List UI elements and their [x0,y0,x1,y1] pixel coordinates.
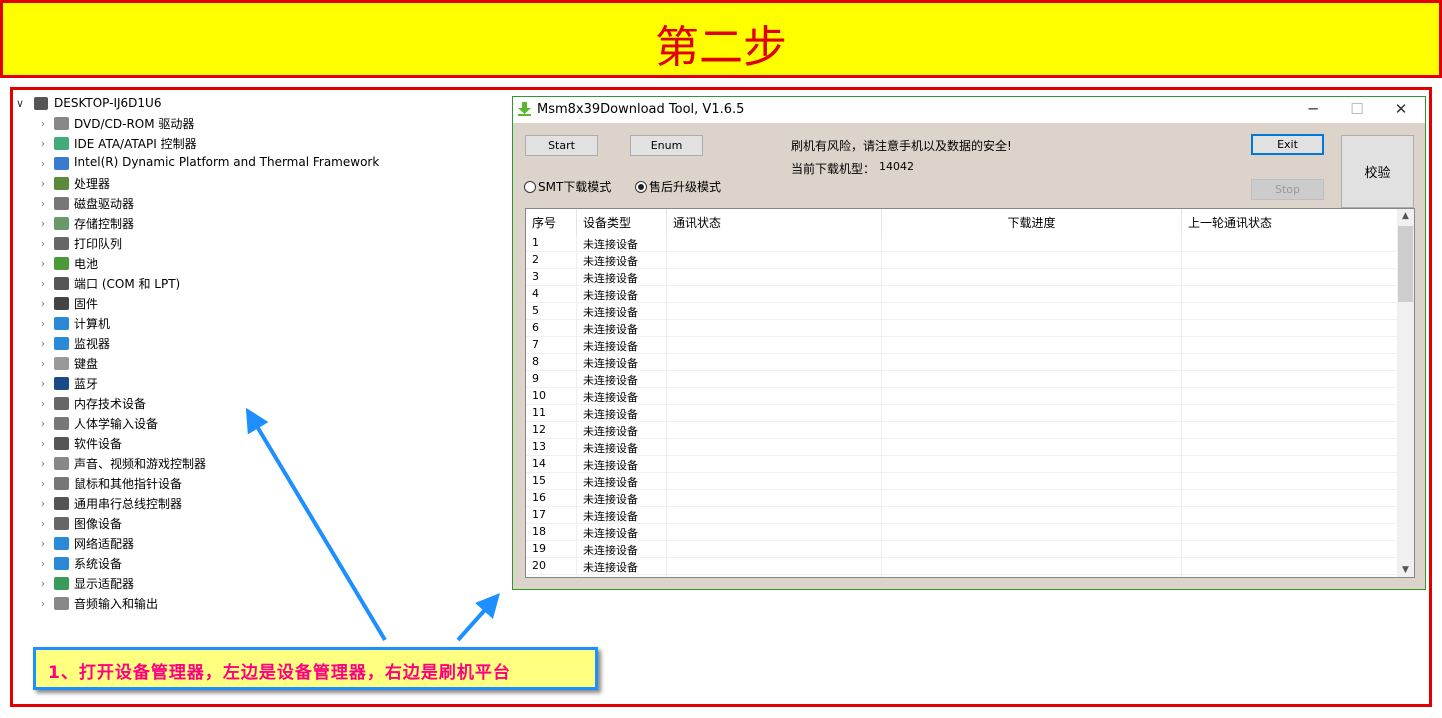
arrow-to-flash-tool [456,593,501,642]
annotation-arrows [245,407,501,642]
instruction-callout: 1、打开设备管理器，左边是设备管理器，右边是刷机平台 [33,647,598,690]
arrow-to-device-manager [245,407,387,642]
